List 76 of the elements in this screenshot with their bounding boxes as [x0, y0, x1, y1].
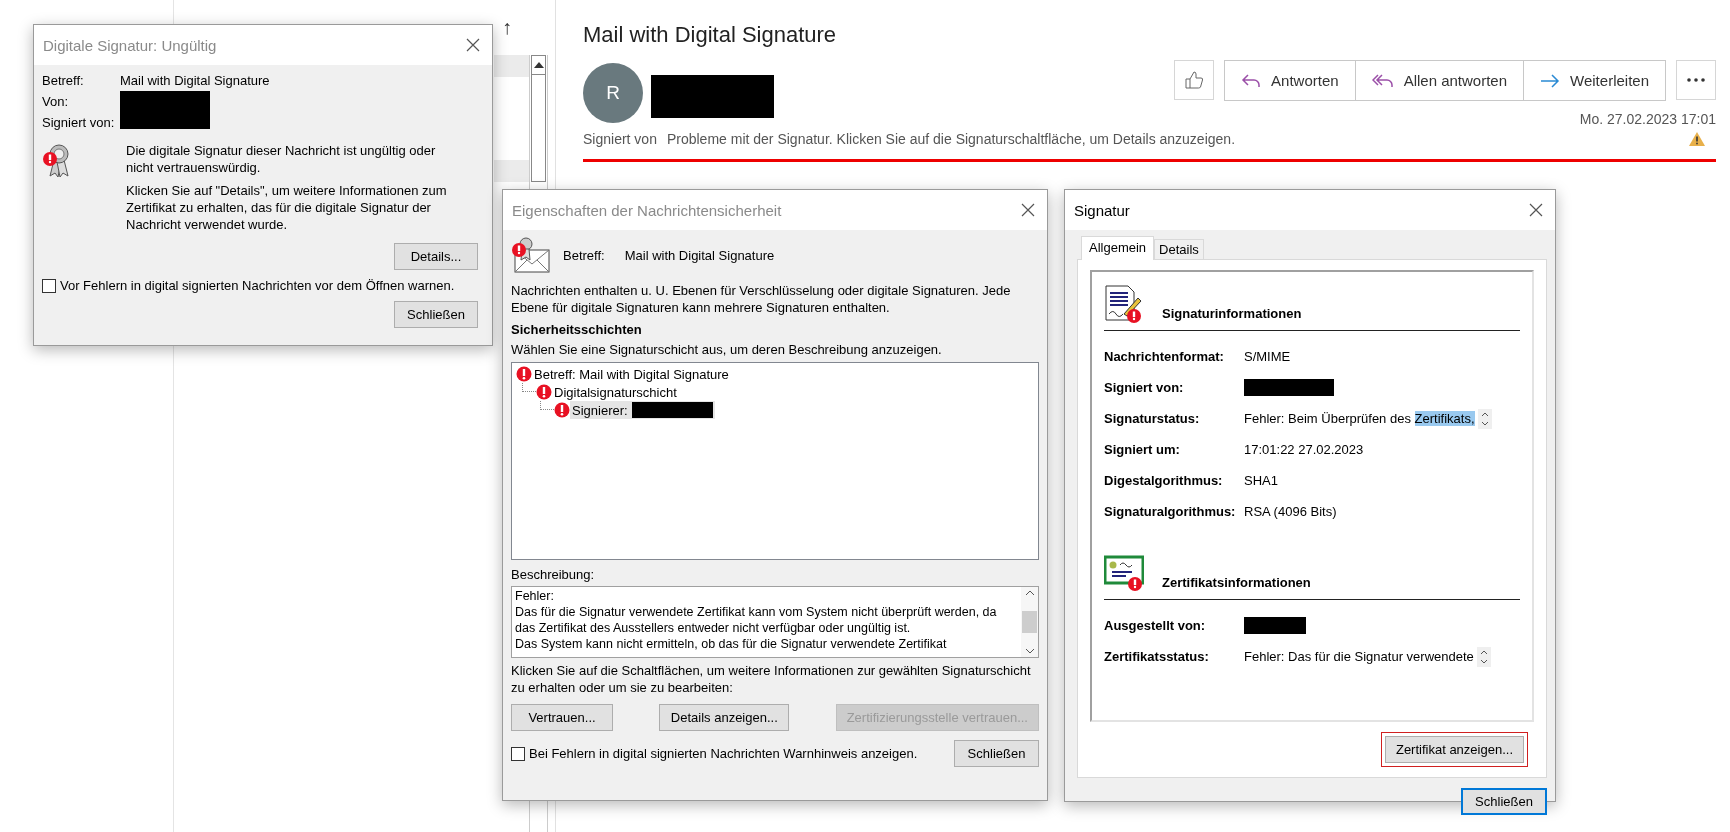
- more-icon: [1687, 78, 1705, 82]
- tree-item[interactable]: Digitalsignaturschicht: [552, 383, 679, 401]
- close-icon[interactable]: [466, 38, 480, 52]
- field-value: Fehler: Das für die Signatur verwendete: [1244, 649, 1474, 664]
- dialog-button[interactable]: Details anzeigen...: [659, 704, 790, 731]
- thumbs-up-icon: [1184, 70, 1205, 90]
- section-heading: Signaturinformationen: [1162, 306, 1302, 321]
- mail-subject: Mail with Digital Signature: [583, 22, 838, 49]
- close-button[interactable]: Schließen: [394, 301, 478, 328]
- section-heading: Zertifikatsinformationen: [1162, 575, 1311, 590]
- scroll-down-icon[interactable]: [1024, 648, 1035, 654]
- close-button[interactable]: Schließen: [954, 740, 1039, 767]
- details-button[interactable]: Details...: [394, 243, 478, 270]
- tree-item[interactable]: Betreff: Mail with Digital Signature: [532, 365, 731, 383]
- hint-text: Wählen Sie eine Signaturschicht aus, um deren Beschreibung anzuzeigen.: [511, 341, 943, 358]
- checkbox[interactable]: [511, 746, 525, 761]
- scroll-arrows-icon[interactable]: [1476, 646, 1491, 667]
- scroll-up-icon[interactable]: [533, 62, 544, 68]
- field-label: Nachrichtenformat:: [1104, 349, 1225, 364]
- sender-avatar: R: [583, 63, 643, 123]
- field-value: S/MIME: [1244, 349, 1291, 364]
- reply-all-icon: [1371, 72, 1394, 89]
- field-label: Signaturalgorithmus:: [1104, 504, 1237, 519]
- field-value: Mail with Digital Signature: [624, 247, 775, 263]
- field-label: Signiert von:: [42, 115, 116, 130]
- field-label: Signaturstatus:: [1104, 411, 1201, 426]
- field-value: 17:01:22 27.02.2023: [1244, 442, 1364, 457]
- description-text: Das für die Signatur verwendete Zertifikat kann vom System nicht überprüft werden, da das Zertifikat des Ausstellers entweder nicht verfügbar oder ungültig ist.: [515, 604, 998, 636]
- layers-tree[interactable]: Betreff: Mail with Digital Signature Digitalsignaturschicht Signierer:: [511, 362, 1039, 560]
- field-label: Zertifikatsstatus:: [1104, 649, 1210, 664]
- sort-arrow-icon[interactable]: ↑: [502, 16, 512, 39]
- field-label: Signiert um:: [1104, 442, 1181, 457]
- field-value: SHA1: [1244, 473, 1278, 488]
- field-label: Betreff:: [563, 247, 605, 263]
- dialog-title: Eigenschaften der Nachrichtensicherheit: [512, 201, 782, 219]
- dialog-button[interactable]: Vertrauen...: [511, 704, 613, 731]
- checkbox[interactable]: [42, 278, 56, 293]
- checkbox-label[interactable]: Bei Fehlern in digital signierten Nachrichten Warnhinweis anzeigen.: [529, 746, 918, 761]
- field-label: Von:: [42, 94, 70, 109]
- description-text: Das System kann nicht ermitteln, ob das für die Signatur verwendete Zertifikat: [515, 636, 948, 652]
- hint-text: Klicken Sie auf die Schaltflächen, um weitere Informationen zur gewählten Signaturschicht zu erhalten oder um sie zu bearbeiten:: [511, 662, 1032, 696]
- description-text: Fehler:: [515, 588, 555, 604]
- intro-text: Nachrichten enthalten u. U. Ebenen für Verschlüsselung oder digitale Signaturen. Jede Ebene für digitale Signaturen kann mehrere Signaturen enthalten.: [511, 282, 1012, 316]
- close-button[interactable]: Schließen: [1461, 788, 1547, 815]
- field-label: Ausgestellt von:: [1104, 618, 1207, 633]
- tree-item[interactable]: Signierer:: [570, 401, 715, 419]
- close-icon[interactable]: [1529, 203, 1543, 217]
- field-label: Digestalgorithmus:: [1104, 473, 1224, 488]
- field-value: Mail with Digital Signature: [120, 73, 271, 88]
- checkbox-label[interactable]: Vor Fehlern in digital signierten Nachrichten vor dem Öffnen warnen.: [60, 278, 455, 293]
- dialog-message: Klicken Sie auf "Details", um weitere Informationen zum Zertifikat zu erhalten, das für die digitale Signatur der Nachricht verwendet wurde.: [126, 182, 448, 233]
- field-label: Betreff:: [42, 73, 85, 88]
- dialog-title: Signatur: [1074, 201, 1130, 219]
- reply-icon: [1241, 72, 1262, 89]
- field-value: RSA (4096 Bits): [1244, 504, 1337, 519]
- description-box[interactable]: [511, 586, 1039, 658]
- dialog-message: Die digitale Signatur dieser Nachricht ist ungültig oder nicht vertrauenswürdig.: [126, 142, 437, 176]
- section-heading: Sicherheitsschichten: [511, 322, 643, 337]
- scroll-thumb[interactable]: [1022, 611, 1037, 633]
- warning-icon[interactable]: [1688, 131, 1706, 147]
- more-options-button[interactable]: [1676, 60, 1716, 100]
- show-certificate-button[interactable]: Zertifikat anzeigen...: [1384, 736, 1524, 763]
- scroll-thumb[interactable]: [531, 75, 546, 182]
- tab[interactable]: Allgemein: [1081, 236, 1155, 260]
- close-icon[interactable]: [1021, 203, 1035, 217]
- mail-date: Mo. 27.02.2023 17:01: [1579, 111, 1716, 127]
- scroll-up-icon[interactable]: [1024, 590, 1035, 596]
- signed-by-label: Signiert von: [583, 131, 657, 147]
- signature-notice: Probleme mit der Signatur. Klicken Sie auf die Signaturschaltfläche, um Details anzuzeigen.: [666, 131, 1236, 147]
- tab[interactable]: Details: [1154, 239, 1204, 260]
- description-label: Beschreibung:: [511, 566, 596, 583]
- field-value: Fehler: Beim Überprüfen des Zertifikats,: [1244, 411, 1475, 426]
- dialog-title: Digitale Signatur: Ungültig: [43, 36, 217, 54]
- field-label: Signiert von:: [1104, 380, 1185, 395]
- forward-arrow-icon: [1540, 73, 1561, 88]
- scroll-arrows-icon[interactable]: [1477, 408, 1492, 429]
